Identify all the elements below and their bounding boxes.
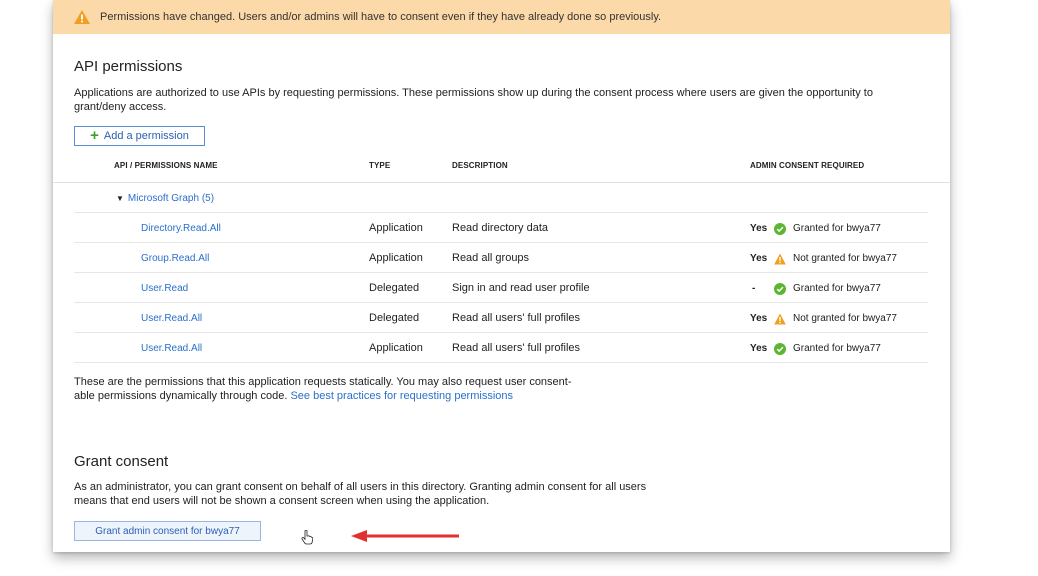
plus-icon: + [90, 127, 99, 144]
consent-status: Not granted for bwya77 [774, 312, 897, 326]
check-circle-icon [774, 343, 786, 355]
red-arrow-annotation [351, 529, 461, 547]
api-permissions-panel: Permissions have changed. Users and/or a… [53, 0, 950, 552]
permission-name-link[interactable]: User.Read.All [141, 312, 202, 326]
grant-consent-title: Grant consent [74, 453, 169, 470]
consent-status: Granted for bwya77 [774, 282, 881, 296]
api-permissions-description: Applications are authorized to use APIs … [74, 87, 873, 113]
permission-name-link[interactable]: User.Read [141, 282, 188, 296]
triangle-down-icon: ▼ [116, 194, 124, 203]
permission-type: Delegated [369, 282, 420, 294]
banner-text: Permissions have changed. Users and/or a… [100, 11, 662, 23]
column-header-name: API / PERMISSIONS NAME [114, 161, 218, 170]
admin-consent-required: Yes [750, 313, 768, 324]
grant-consent-description: As an administrator, you can grant conse… [74, 480, 714, 508]
static-permissions-line2: able permissions dynamically through cod… [74, 390, 288, 402]
warning-triangle-icon [73, 9, 91, 25]
column-header-admin-consent: ADMIN CONSENT REQUIRED [750, 161, 865, 170]
permission-description: Read all groups [452, 252, 530, 264]
permission-name-link[interactable]: User.Read.All [141, 342, 202, 356]
admin-consent-required: Yes [750, 343, 768, 354]
static-permissions-line1: These are the permissions that this appl… [74, 376, 572, 388]
check-circle-icon [774, 223, 786, 235]
microsoft-graph-group-toggle[interactable]: ▼ Microsoft Graph (5) [116, 192, 214, 206]
static-permissions-note: These are the permissions that this appl… [74, 375, 674, 403]
permission-description: Read all users' full profiles [452, 342, 581, 354]
warning-triangle-icon [774, 253, 786, 265]
admin-consent-required: Yes [750, 223, 768, 234]
admin-consent-required: Yes [750, 253, 768, 264]
consent-status-text: Granted for bwya77 [793, 223, 881, 234]
table-row: User.Read.All Delegated Read all users' … [53, 302, 950, 333]
consent-status: Granted for bwya77 [774, 222, 881, 236]
grant-consent-line2: means that end users will not be shown a… [74, 495, 490, 507]
permission-name-link[interactable]: Group.Read.All [141, 252, 209, 266]
permission-description: Read directory data [452, 222, 548, 234]
grant-admin-consent-button[interactable]: Grant admin consent for bwya77 [74, 521, 261, 541]
warning-triangle-icon [774, 313, 786, 325]
group-row: ▼ Microsoft Graph (5) [53, 182, 950, 213]
table-row: User.Read Delegated Sign in and read use… [53, 272, 950, 303]
group-label: Microsoft Graph (5) [127, 193, 215, 204]
check-circle-icon [774, 283, 786, 295]
api-permissions-title: API permissions [74, 58, 183, 75]
add-permission-button[interactable]: + Add a permission [74, 126, 205, 146]
consent-status: Not granted for bwya77 [774, 252, 897, 266]
permission-description: Sign in and read user profile [452, 282, 590, 294]
add-permission-label: Add a permission [103, 130, 189, 142]
permission-name-link[interactable]: Directory.Read.All [141, 222, 221, 236]
column-header-type: TYPE [369, 161, 391, 170]
permission-type: Application [369, 342, 423, 354]
table-row: User.Read.All Application Read all users… [53, 332, 950, 363]
permission-type: Application [369, 252, 423, 264]
admin-consent-required: - [752, 283, 756, 294]
hand-cursor-icon [301, 529, 314, 550]
column-header-description: DESCRIPTION [452, 161, 508, 170]
consent-status: Granted for bwya77 [774, 342, 881, 356]
permission-type: Application [369, 222, 423, 234]
table-row: Group.Read.All Application Read all grou… [53, 242, 950, 273]
permission-type: Delegated [369, 312, 420, 324]
permissions-table-header: API / PERMISSIONS NAME TYPE DESCRIPTION … [53, 152, 950, 183]
permissions-changed-banner: Permissions have changed. Users and/or a… [53, 0, 950, 34]
consent-status-text: Not granted for bwya77 [793, 253, 897, 264]
consent-status-text: Granted for bwya77 [793, 283, 881, 294]
consent-status-text: Granted for bwya77 [793, 343, 881, 354]
grant-consent-line1: As an administrator, you can grant conse… [74, 481, 647, 493]
consent-status-text: Not granted for bwya77 [793, 313, 897, 324]
permission-description: Read all users' full profiles [452, 312, 581, 324]
table-row: Directory.Read.All Application Read dire… [53, 212, 950, 243]
best-practices-link[interactable]: See best practices for requesting permis… [290, 390, 513, 402]
